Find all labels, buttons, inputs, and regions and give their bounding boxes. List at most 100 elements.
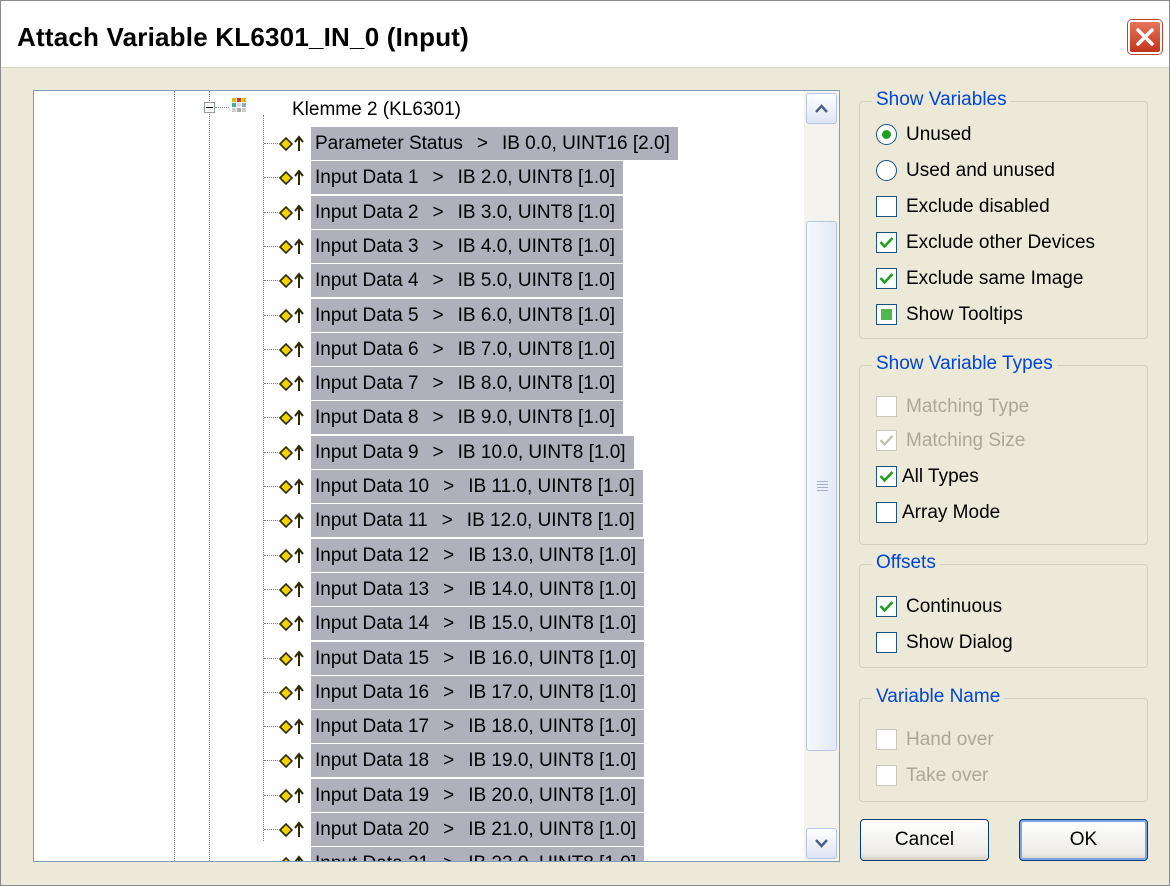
- scroll-thumb[interactable]: [806, 221, 837, 751]
- tree-item[interactable]: Input Data 13 > IB 14.0, UINT8 [1.0]: [34, 572, 804, 607]
- tree-item-label[interactable]: Input Data 20 > IB 21.0, UINT8 [1.0]: [311, 813, 645, 846]
- group-title: Show Variable Types: [872, 353, 1057, 375]
- variable-address: IB 9.0, UINT8 [1.0]: [457, 407, 615, 429]
- tree-item[interactable]: Input Data 17 > IB 18.0, UINT8 [1.0]: [34, 710, 804, 744]
- variable-name: Input Data 5: [315, 304, 419, 326]
- input-variable-icon: [278, 854, 308, 861]
- tree-item-label[interactable]: Input Data 16 > IB 17.0, UINT8 [1.0]: [311, 675, 645, 709]
- tree-connector: [264, 280, 278, 282]
- tree-item[interactable]: Input Data 3 > IB 4.0, UINT8 [1.0]: [34, 229, 804, 264]
- scroll-up-button[interactable]: [806, 93, 837, 124]
- variable-name: Input Data 20: [315, 819, 430, 840]
- option-label: Show Dialog: [906, 632, 1013, 653]
- close-icon: [1136, 28, 1154, 46]
- tree-item[interactable]: Input Data 8 > IB 9.0, UINT8 [1.0]: [34, 401, 804, 435]
- ok-button[interactable]: OK: [1019, 819, 1148, 861]
- tree-item-label[interactable]: Input Data 11 > IB 12.0, UINT8 [1.0]: [311, 504, 643, 538]
- variable-name: Input Data 21: [315, 853, 429, 861]
- tree-item-label[interactable]: Input Data 1 > IB 2.0, UINT8 [1.0]: [311, 161, 623, 195]
- tree-item-label[interactable]: Input Data 14 > IB 15.0, UINT8 [1.0]: [311, 607, 645, 641]
- close-button[interactable]: [1128, 20, 1162, 54]
- tree-item[interactable]: Parameter Status > IB 0.0, UINT16 [2.0]: [34, 127, 804, 161]
- separator: >: [432, 338, 444, 360]
- tree-item[interactable]: Input Data 18 > IB 19.0, UINT8 [1.0]: [34, 744, 804, 778]
- tree-item-label[interactable]: Input Data 6 > IB 7.0, UINT8 [1.0]: [311, 332, 623, 366]
- tree-item[interactable]: Input Data 14 > IB 15.0, UINT8 [1.0]: [34, 607, 804, 641]
- tree-item[interactable]: Input Data 5 > IB 6.0, UINT8 [1.0]: [34, 298, 804, 333]
- variable-name: Input Data 8: [315, 407, 419, 429]
- tree-item-label[interactable]: Input Data 17 > IB 18.0, UINT8 [1.0]: [311, 710, 645, 744]
- radio-button[interactable]: [876, 124, 897, 145]
- tree-item-label[interactable]: Input Data 8 > IB 9.0, UINT8 [1.0]: [311, 401, 623, 435]
- tree-item[interactable]: Input Data 21 > IB 22.0, UINT8 [1.0]: [34, 847, 804, 861]
- checkbox[interactable]: [876, 596, 897, 617]
- tree-item[interactable]: Input Data 15 > IB 16.0, UINT8 [1.0]: [34, 641, 804, 676]
- tree-connector: [264, 588, 278, 590]
- tree-item-label[interactable]: Input Data 2 > IB 3.0, UINT8 [1.0]: [311, 195, 623, 229]
- tree-item[interactable]: Input Data 2 > IB 3.0, UINT8 [1.0]: [34, 195, 804, 230]
- offsets-group: Offsets Continuous Show Dialog: [859, 552, 1148, 668]
- separator: >: [432, 407, 444, 429]
- tree-item[interactable]: Input Data 6 > IB 7.0, UINT8 [1.0]: [34, 332, 804, 367]
- checkbox[interactable]: [876, 232, 897, 253]
- tree-item-label[interactable]: Input Data 18 > IB 19.0, UINT8 [1.0]: [311, 744, 645, 778]
- checkbox: [876, 396, 897, 417]
- show-variable-types-group: Show Variable Types Matching Type Matchi…: [859, 353, 1148, 545]
- tree-item[interactable]: Input Data 16 > IB 17.0, UINT8 [1.0]: [34, 675, 804, 710]
- tree-item-label[interactable]: Input Data 3 > IB 4.0, UINT8 [1.0]: [311, 229, 623, 263]
- checkbox[interactable]: [876, 502, 897, 523]
- radio-button[interactable]: [876, 160, 897, 181]
- checkmark-icon: [879, 273, 894, 285]
- checkbox[interactable]: [876, 196, 897, 217]
- checkbox[interactable]: [876, 632, 897, 653]
- tree-item[interactable]: Input Data 11 > IB 12.0, UINT8 [1.0]: [34, 504, 804, 538]
- variable-address: IB 2.0, UINT8 [1.0]: [457, 167, 615, 189]
- cancel-button[interactable]: Cancel: [860, 819, 989, 861]
- variable-name: Input Data 6: [315, 338, 419, 360]
- tree-connector: [264, 486, 278, 487]
- tree-item-label[interactable]: Input Data 10 > IB 11.0, UINT8 [1.0]: [311, 470, 643, 503]
- tree-scrollbar[interactable]: [804, 91, 839, 861]
- tree-item[interactable]: Input Data 12 > IB 13.0, UINT8 [1.0]: [34, 538, 804, 573]
- variable-tree[interactable]: Klemme 2 (KL6301) Parameter Status > IB 0.…: [33, 90, 840, 862]
- checkbox[interactable]: [876, 466, 897, 487]
- tree-item[interactable]: Input Data 9 > IB 10.0, UINT8 [1.0]: [34, 435, 804, 470]
- checkbox[interactable]: [876, 268, 897, 289]
- variable-address: IB 16.0, UINT8 [1.0]: [468, 647, 637, 669]
- checkbox[interactable]: [876, 304, 897, 325]
- tree-connector: [264, 520, 278, 522]
- tree-item-label[interactable]: Input Data 19 > IB 20.0, UINT8 [1.0]: [311, 778, 645, 812]
- tree-item-label[interactable]: Input Data 5 > IB 6.0, UINT8 [1.0]: [311, 298, 623, 332]
- checkbox: [876, 729, 897, 750]
- separator: >: [432, 373, 444, 395]
- tree-item-label[interactable]: Input Data 4 > IB 5.0, UINT8 [1.0]: [311, 264, 623, 298]
- collapse-toggle[interactable]: [204, 102, 215, 113]
- tree-item-label[interactable]: Input Data 12 > IB 13.0, UINT8 [1.0]: [311, 538, 645, 572]
- input-variable-icon: [278, 546, 308, 571]
- variable-address: IB 5.0, UINT8 [1.0]: [457, 270, 615, 292]
- input-variable-icon: [278, 374, 308, 399]
- tree-item[interactable]: Input Data 4 > IB 5.0, UINT8 [1.0]: [34, 264, 804, 298]
- tree-item-label[interactable]: Parameter Status > IB 0.0, UINT16 [2.0]: [311, 127, 678, 160]
- variable-address: IB 15.0, UINT8 [1.0]: [468, 613, 637, 635]
- tree-connector: [264, 417, 278, 419]
- tree-item-label[interactable]: Input Data 21 > IB 22.0, UINT8 [1.0]: [311, 847, 645, 861]
- chevron-up-icon: [815, 104, 828, 113]
- tree-item-label[interactable]: Input Data 7 > IB 8.0, UINT8 [1.0]: [311, 367, 623, 401]
- input-variable-icon: [278, 203, 308, 228]
- tree-root-label[interactable]: Klemme 2 (KL6301): [292, 99, 461, 121]
- scroll-down-button[interactable]: [806, 828, 837, 859]
- variable-name: Input Data 2: [315, 201, 419, 223]
- separator: >: [476, 133, 488, 154]
- tree-item[interactable]: Input Data 7 > IB 8.0, UINT8 [1.0]: [34, 367, 804, 401]
- tree-item[interactable]: Input Data 10 > IB 11.0, UINT8 [1.0]: [34, 470, 804, 504]
- tree-item-label[interactable]: Input Data 13 > IB 14.0, UINT8 [1.0]: [311, 572, 645, 606]
- separator: >: [443, 578, 455, 600]
- tree-item[interactable]: Input Data 19 > IB 20.0, UINT8 [1.0]: [34, 778, 804, 813]
- input-variable-icon: [278, 340, 308, 365]
- variable-address: IB 21.0, UINT8 [1.0]: [468, 819, 637, 840]
- tree-item-label[interactable]: Input Data 9 > IB 10.0, UINT8 [1.0]: [311, 435, 634, 469]
- tree-item-label[interactable]: Input Data 15 > IB 16.0, UINT8 [1.0]: [311, 641, 645, 675]
- tree-item[interactable]: Input Data 20 > IB 21.0, UINT8 [1.0]: [34, 813, 804, 847]
- tree-item[interactable]: Input Data 1 > IB 2.0, UINT8 [1.0]: [34, 161, 804, 195]
